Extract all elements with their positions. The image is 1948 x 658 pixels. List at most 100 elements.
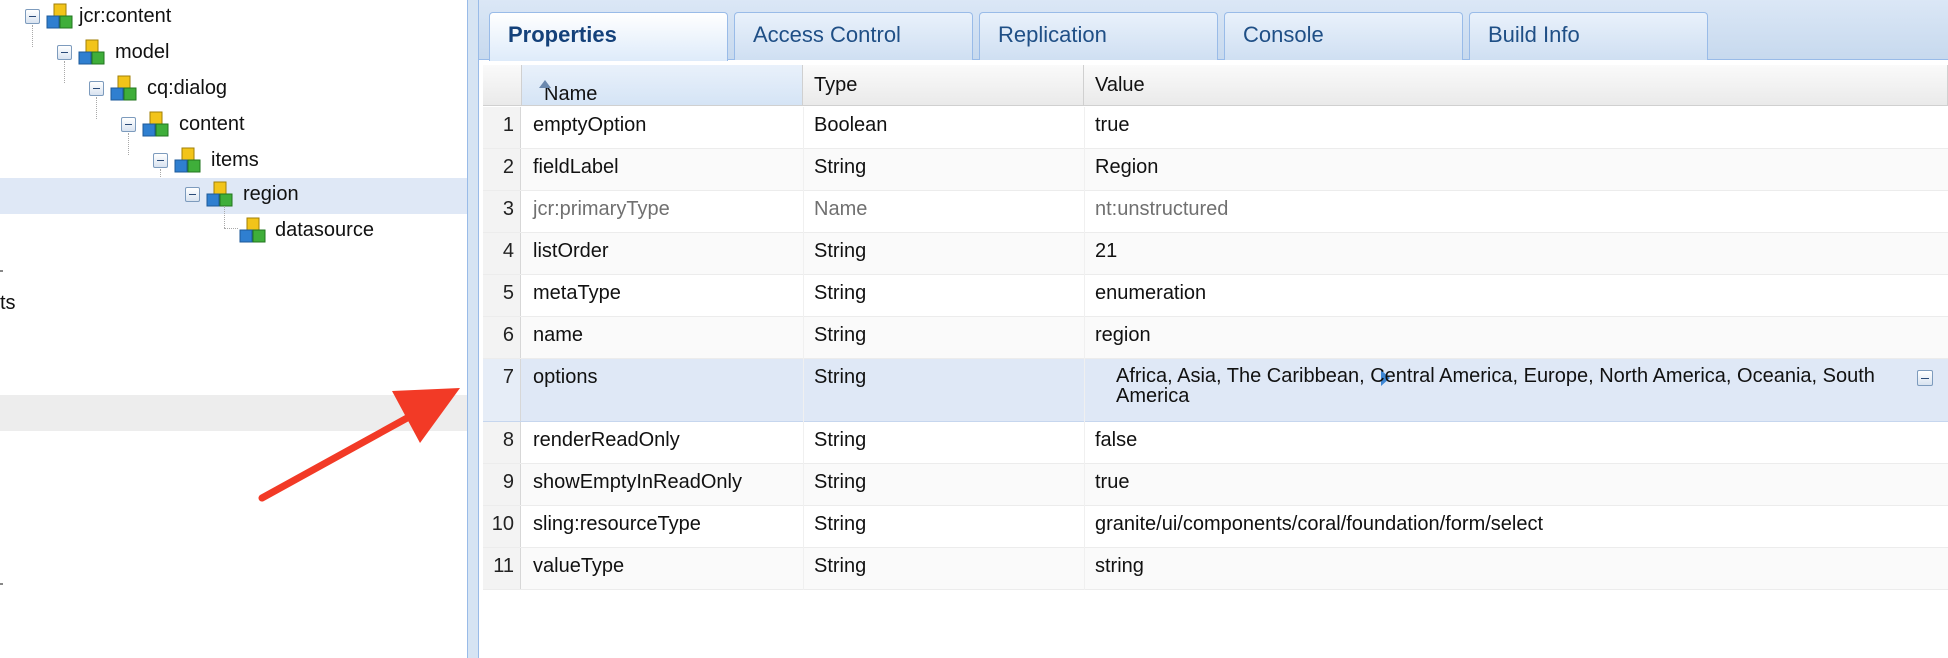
property-value: 21 [1095,240,1118,262]
property-name: fieldLabel [533,156,619,178]
row-number-text: 10 [491,513,514,535]
collapse-toggle-icon[interactable] [185,187,200,202]
property-type: String [814,513,867,535]
row-number-text: 1 [502,114,514,136]
node-cubes-icon [174,147,201,173]
tree-node-content[interactable]: content [0,108,467,144]
row-number-text: 8 [502,429,514,451]
table-row[interactable]: 2 fieldLabel String Region [483,149,1948,191]
column-header-name[interactable]: Name [522,65,803,106]
column-header-label: Name [544,83,598,105]
row-number-header [483,65,522,106]
property-value: enumeration [1095,282,1207,304]
property-value: nt:unstructured [1095,198,1229,220]
tab-label: Console [1243,22,1324,47]
row-number: 2 [483,149,521,190]
tree-node-label: datasource [275,219,374,241]
tab-replication[interactable]: Replication [979,12,1218,60]
property-name: jcr:primaryType [533,198,670,220]
property-name: renderReadOnly [533,429,680,451]
property-type: Boolean [814,114,888,136]
sort-ascending-icon [539,79,551,88]
table-row[interactable]: 6 name String region [483,317,1948,359]
node-cubes-icon [142,111,169,137]
property-type: String [814,240,867,262]
property-type: String [814,471,867,493]
collapse-toggle-icon[interactable] [121,117,136,132]
column-header-label: Type [814,74,858,96]
property-name: metaType [533,282,621,304]
property-value: true [1095,114,1130,136]
row-number-text: 7 [502,366,514,388]
tree-node-partial-label: ts [0,292,16,314]
table-row[interactable]: 4 listOrder String 21 [483,233,1948,275]
property-name: name [533,324,584,346]
tree-node-label: content [179,113,245,135]
row-number-text: 11 [493,555,514,577]
tree-tick [0,270,3,272]
table-row[interactable]: 11 valueType String string [483,548,1948,590]
tree-node-label: region [243,183,299,205]
tree-node-model[interactable]: model [0,36,467,72]
table-row[interactable]: 10 sling:resourceType String granite/ui/… [483,506,1948,548]
property-value: string [1095,555,1144,577]
property-name: listOrder [533,240,609,262]
tree-node-label: model [115,41,170,63]
table-row-selected[interactable]: 7 options String Africa, Asia, The Carib… [483,359,1948,422]
property-value: true [1095,471,1130,493]
row-number: 1 [483,107,521,148]
table-row[interactable]: 1 emptyOption Boolean true [483,107,1948,149]
column-header-value[interactable]: Value [1084,65,1948,106]
property-type: String [814,555,867,577]
row-number-text: 5 [502,282,514,304]
node-cubes-icon [110,75,137,101]
table-row[interactable]: 5 metaType String enumeration [483,275,1948,317]
property-name: sling:resourceType [533,513,701,535]
tab-bar: Properties Access Control Replication Co… [479,0,1948,61]
collapse-toggle-icon[interactable] [153,153,168,168]
tab-label: Properties [508,22,617,47]
pane-splitter[interactable] [467,0,479,658]
node-cubes-icon [78,39,105,65]
row-number: 10 [483,506,521,547]
row-number: 7 [483,359,521,421]
tab-build-info[interactable]: Build Info [1469,12,1708,60]
node-cubes-icon [46,3,73,29]
content-tree: jcr:content model cq:dialog content item… [0,0,467,658]
column-divider [803,107,804,590]
properties-panel: Properties Access Control Replication Co… [479,0,1948,658]
tree-hover-row[interactable] [0,395,467,431]
collapse-toggle-icon[interactable] [89,81,104,96]
tab-properties[interactable]: Properties [489,12,728,61]
tree-node-region[interactable]: region [0,178,467,214]
table-row[interactable]: 8 renderReadOnly String false [483,422,1948,464]
tree-node-items[interactable]: items [0,144,467,180]
column-header-type[interactable]: Type [803,65,1084,106]
tab-label: Access Control [753,22,901,47]
row-number-text: 2 [502,156,514,178]
tab-label: Replication [998,22,1107,47]
property-type: Name [814,198,868,220]
node-cubes-icon [239,217,266,243]
tree-node-label: items [211,149,259,171]
table-row[interactable]: 3 jcr:primaryType Name nt:unstructured [483,191,1948,233]
tree-node-label: cq:dialog [147,77,228,99]
tab-console[interactable]: Console [1224,12,1463,60]
property-type: String [814,282,867,304]
row-number: 11 [483,548,521,589]
row-number: 4 [483,233,521,274]
collapse-toggle-icon[interactable] [25,9,40,24]
table-row[interactable]: 9 showEmptyInReadOnly String true [483,464,1948,506]
tree-node-cq-dialog[interactable]: cq:dialog [0,72,467,108]
row-number: 9 [483,464,521,505]
collapse-toggle-icon[interactable] [1917,370,1933,386]
tree-tick [0,583,3,585]
collapse-toggle-icon[interactable] [57,45,72,60]
tab-access-control[interactable]: Access Control [734,12,973,60]
row-number: 8 [483,422,521,463]
property-value: region [1095,324,1151,346]
tree-node-datasource[interactable]: datasource [0,214,467,250]
property-value: Africa, Asia, The Caribbean, Central Ame… [1116,365,1875,407]
tab-label: Build Info [1488,22,1580,47]
tree-node-jcr-content[interactable]: jcr:content [0,0,467,36]
